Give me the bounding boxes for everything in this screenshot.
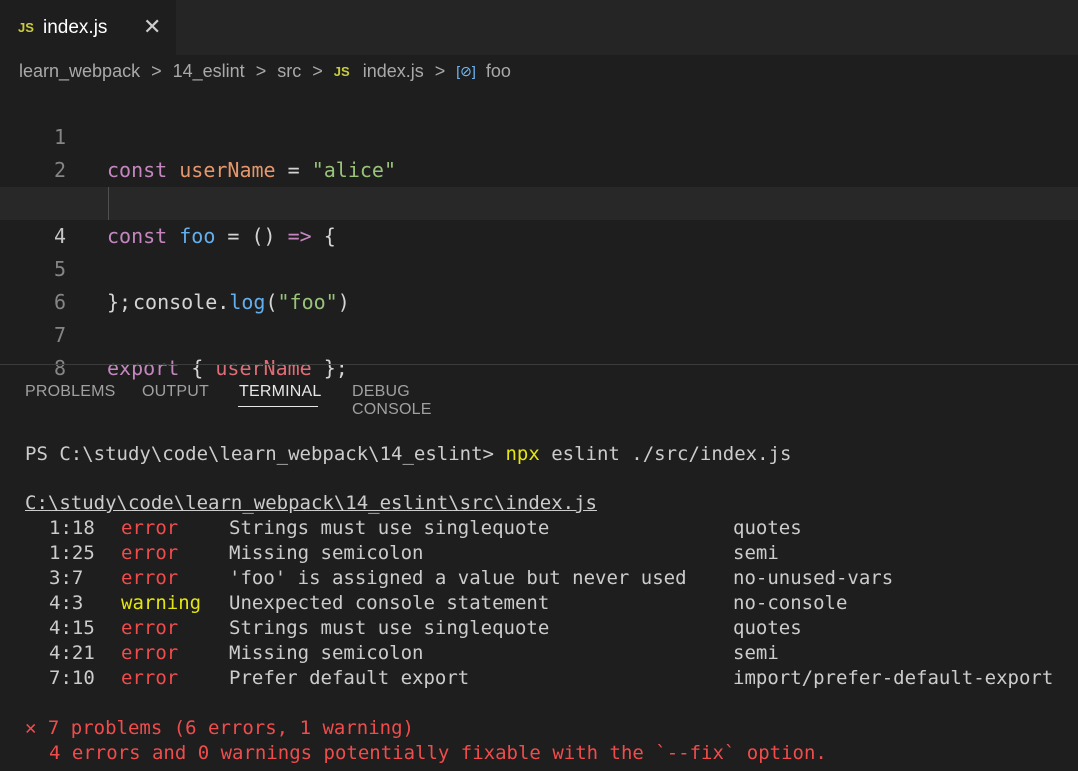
fixable-hint: 4 errors and 0 warnings potentially fixa… — [49, 742, 827, 764]
problem-message: Strings must use singlequote — [229, 617, 550, 639]
problem-location: 7:10 — [49, 667, 95, 689]
code-line[interactable]: 1 const userName = "alice" — [0, 88, 1078, 182]
terminal-output[interactable]: PS C:\study\code\learn_webpack\14_eslint… — [25, 440, 1078, 764]
problem-location: 4:21 — [49, 642, 95, 664]
problem-rule: no-console — [733, 592, 848, 614]
active-tab-indicator — [238, 406, 318, 407]
problem-severity: error — [121, 667, 179, 689]
problem-location: 4:3 — [49, 592, 84, 614]
problems-summary: ✕ 7 problems (6 errors, 1 warning) — [25, 716, 414, 741]
code-line[interactable]: 5 }; — [0, 220, 1078, 314]
brace-token: { — [179, 356, 216, 380]
breadcrumb-item-learn-webpack[interactable]: learn_webpack — [19, 61, 140, 81]
javascript-file-icon: JS — [18, 20, 34, 35]
code-line[interactable]: 7 export { userName }; — [0, 286, 1078, 380]
problem-severity: error — [121, 617, 179, 639]
problem-message: Missing semicolon — [229, 542, 424, 564]
problem-rule: quotes — [733, 617, 802, 639]
javascript-file-icon: JS — [333, 63, 350, 79]
problem-rule: import/prefer-default-export — [733, 667, 1054, 689]
problem-location: 4:15 — [49, 617, 95, 639]
problem-severity: error — [121, 542, 179, 564]
tab-debug-console[interactable]: DEBUG CONSOLE — [352, 383, 432, 419]
problem-severity: warning — [121, 592, 202, 614]
summary-text: 7 problems (6 errors, 1 warning) — [47, 717, 414, 739]
problem-message: Strings must use singlequote — [229, 517, 550, 539]
error-x-icon: ✕ — [25, 717, 37, 739]
export-name-token: userName — [215, 356, 312, 380]
close-icon[interactable]: ✕ — [143, 14, 161, 40]
problem-message: Prefer default export — [229, 667, 470, 689]
tab-problems[interactable]: PROBLEMS — [25, 383, 116, 401]
problem-rule: semi — [733, 642, 779, 664]
keyword-token: export — [107, 356, 180, 380]
code-line[interactable]: 3 const foo = () => { — [0, 154, 1078, 248]
problem-message: Missing semicolon — [229, 642, 424, 664]
brace-token: }; — [311, 356, 348, 380]
problem-rule: quotes — [733, 517, 802, 539]
problem-rule: no-unused-vars — [733, 567, 894, 589]
problem-rule: semi — [733, 542, 779, 564]
breadcrumb-item-14-eslint[interactable]: 14_eslint — [173, 61, 245, 81]
problem-message: 'foo' is assigned a value but never used — [229, 567, 687, 589]
code-line-current[interactable]: 4 console.log("foo") — [0, 187, 1078, 314]
problem-location: 1:18 — [49, 517, 95, 539]
editor-tab-bar: JS index.js ✕ — [0, 0, 1078, 55]
problem-location: 1:25 — [49, 542, 95, 564]
breadcrumb-item-index-js[interactable]: index.js — [363, 61, 424, 81]
problem-severity: error — [121, 567, 179, 589]
command-npx: npx — [505, 443, 540, 465]
code-line[interactable]: 6 — [0, 253, 1078, 314]
terminal-command-line: PS C:\study\code\learn_webpack\14_eslint… — [25, 442, 791, 467]
chevron-right-icon: > — [434, 60, 446, 81]
panel-divider — [0, 364, 1078, 365]
line-number: 8 — [53, 356, 66, 380]
code-line[interactable]: 2 — [0, 121, 1078, 182]
problem-location: 3:7 — [49, 567, 84, 589]
problem-severity: error — [121, 517, 179, 539]
tab-filename: index.js — [43, 17, 108, 38]
tab-output[interactable]: OUTPUT — [142, 383, 209, 401]
problem-severity: error — [121, 642, 179, 664]
lint-file-path[interactable]: C:\study\code\learn_webpack\14_eslint\sr… — [25, 491, 597, 516]
variable-symbol-icon: [⊘] — [456, 62, 476, 79]
tab-terminal[interactable]: TERMINAL — [239, 383, 322, 401]
chevron-right-icon: > — [312, 60, 323, 81]
indent-guide — [108, 187, 109, 220]
command-args: eslint ./src/index.js — [539, 443, 792, 465]
code-line[interactable]: 8 — [0, 319, 1078, 380]
code-editor[interactable]: 1 const userName = "alice" 2 3 const foo… — [0, 88, 1078, 380]
tab-index-js[interactable]: JS index.js ✕ — [0, 0, 176, 55]
breadcrumb-item-foo[interactable]: foo — [486, 61, 511, 81]
problem-message: Unexpected console statement — [229, 592, 550, 614]
breadcrumb-item-src[interactable]: src — [277, 61, 301, 81]
terminal-prompt: PS C:\study\code\learn_webpack\14_eslint… — [25, 443, 506, 465]
chevron-right-icon: > — [255, 60, 267, 81]
chevron-right-icon: > — [151, 60, 162, 81]
breadcrumb: learn_webpack > 14_eslint > src > JS ind… — [19, 60, 511, 84]
